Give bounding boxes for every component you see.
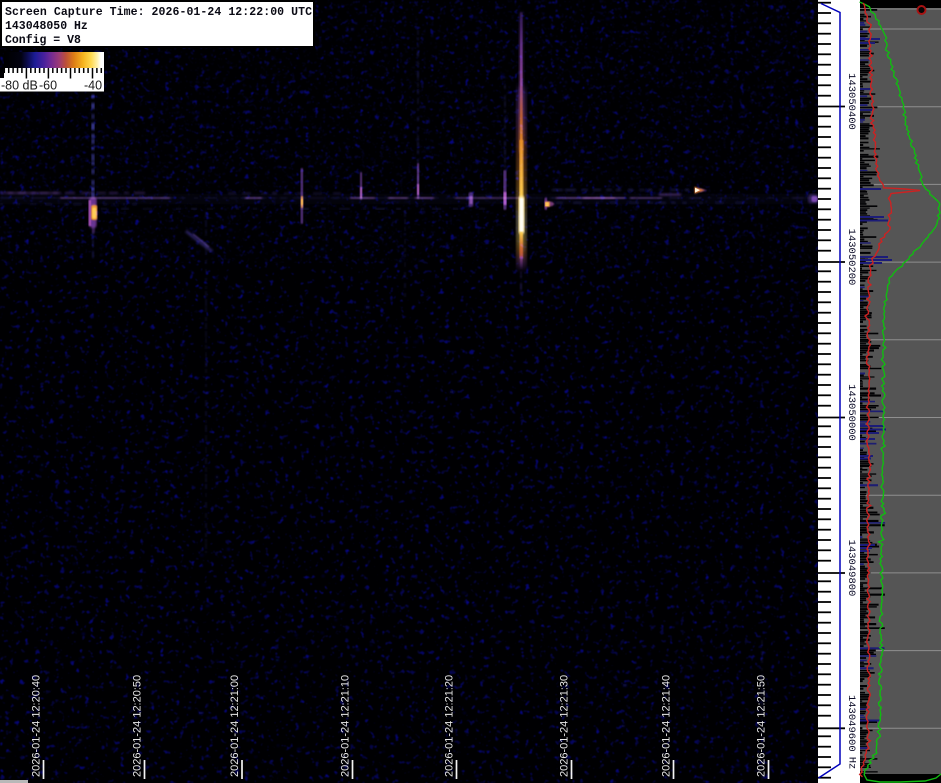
svg-text:2026-01-24 12:21:50: 2026-01-24 12:21:50 xyxy=(756,675,768,777)
svg-text:Screen Capture Time: 2026-01-2: Screen Capture Time: 2026-01-24 12:22:00… xyxy=(5,6,312,19)
svg-text:143049600: 143049600 xyxy=(845,695,857,752)
svg-text:143049800: 143049800 xyxy=(845,540,857,597)
svg-text:-80 dB: -80 dB xyxy=(1,79,38,93)
svg-text:143050400: 143050400 xyxy=(845,73,857,130)
svg-text:2026-01-24 12:21:10: 2026-01-24 12:21:10 xyxy=(340,675,352,777)
svg-text:143050200: 143050200 xyxy=(845,229,857,286)
svg-text:2026-01-24 12:21:00: 2026-01-24 12:21:00 xyxy=(229,675,241,777)
svg-text:143048050 Hz: 143048050 Hz xyxy=(5,20,88,33)
svg-text:Hz: Hz xyxy=(846,757,858,770)
svg-text:2026-01-24 12:21:30: 2026-01-24 12:21:30 xyxy=(559,675,571,777)
svg-text:2026-01-24 12:21:40: 2026-01-24 12:21:40 xyxy=(661,675,673,777)
svg-text:2026-01-24 12:21:20: 2026-01-24 12:21:20 xyxy=(444,675,456,777)
svg-text:2026-01-24 12:20:50: 2026-01-24 12:20:50 xyxy=(132,675,144,777)
svg-text:143050000: 143050000 xyxy=(845,384,857,441)
svg-text:Config = V8: Config = V8 xyxy=(5,34,81,47)
svg-text:2026-01-24 12:20:40: 2026-01-24 12:20:40 xyxy=(31,675,43,777)
svg-text:-40: -40 xyxy=(84,79,102,93)
svg-text:-60: -60 xyxy=(39,79,57,93)
